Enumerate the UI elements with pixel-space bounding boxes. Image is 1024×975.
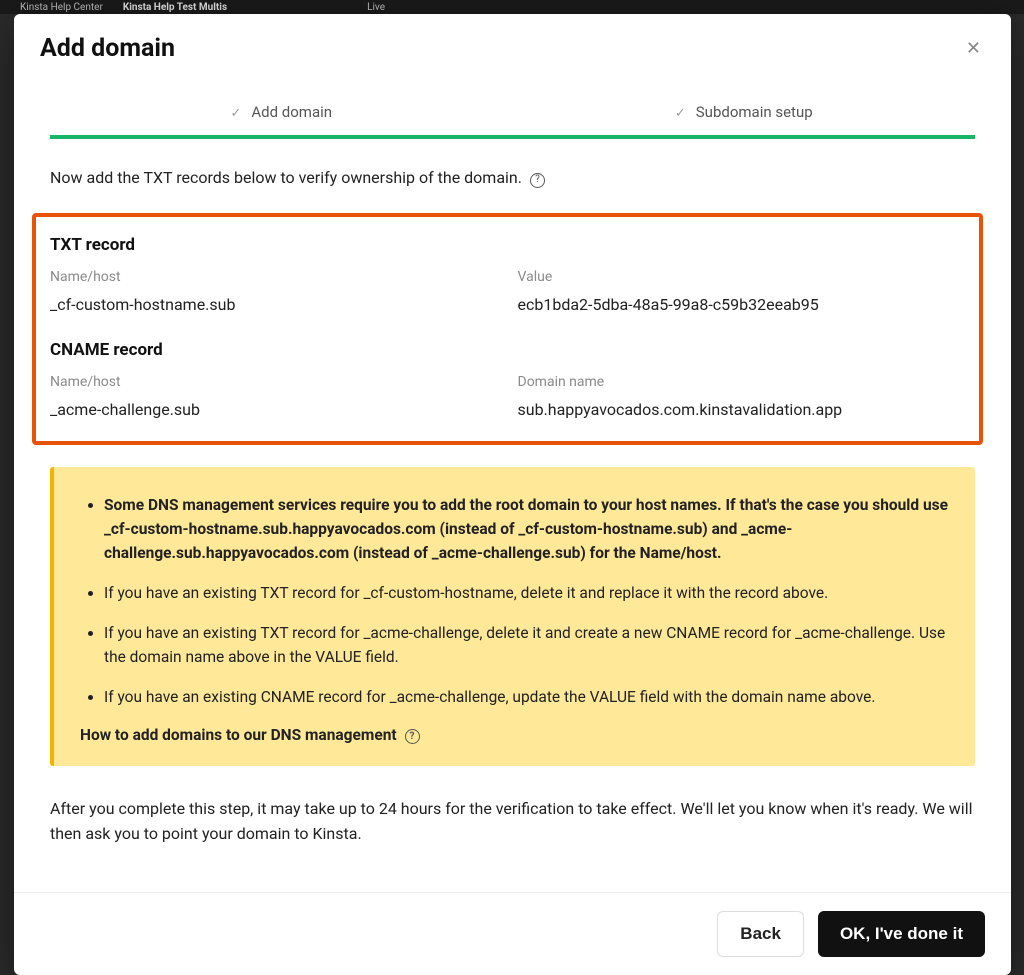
txt-record-section: TXT record Name/host _cf-custom-hostname… bbox=[50, 235, 965, 314]
back-button[interactable]: Back bbox=[717, 911, 804, 957]
cname-domain-col: Domain name sub.happyavocados.com.kinsta… bbox=[518, 374, 966, 419]
txt-value-col: Value ecb1bda2-5dba-48a5-99a8-c59b32eeab… bbox=[518, 269, 966, 314]
cname-name-col: Name/host _acme-challenge.sub bbox=[50, 374, 498, 419]
close-icon[interactable]: ✕ bbox=[962, 36, 985, 62]
check-icon: ✓ bbox=[230, 106, 241, 121]
instruction-label: Now add the TXT records below to verify … bbox=[50, 168, 522, 187]
confirm-button[interactable]: OK, I've done it bbox=[818, 911, 985, 957]
step-label: Subdomain setup bbox=[696, 103, 813, 121]
step-add-domain[interactable]: ✓ Add domain bbox=[50, 89, 513, 135]
txt-name-col: Name/host _cf-custom-hostname.sub bbox=[50, 269, 498, 314]
tab-hint: Kinsta Help Test Multis bbox=[123, 2, 227, 13]
dns-records-box: TXT record Name/host _cf-custom-hostname… bbox=[32, 213, 983, 445]
instruction-text: Now add the TXT records below to verify … bbox=[50, 167, 975, 189]
step-label: Add domain bbox=[251, 103, 332, 121]
browser-topbar: Kinsta Help Center Kinsta Help Test Mult… bbox=[0, 0, 1024, 14]
after-instruction: After you complete this step, it may tak… bbox=[50, 796, 975, 847]
status-live: Live bbox=[367, 2, 385, 13]
cname-record-section: CNAME record Name/host _acme-challenge.s… bbox=[50, 340, 965, 419]
modal-title: Add domain bbox=[40, 34, 175, 63]
notice-item-existing-cname: If you have an existing CNAME record for… bbox=[104, 685, 949, 709]
help-icon[interactable]: ? bbox=[405, 729, 420, 744]
txt-value-value[interactable]: ecb1bda2-5dba-48a5-99a8-c59b32eeab95 bbox=[518, 295, 966, 314]
cname-domain-value[interactable]: sub.happyavocados.com.kinstavalidation.a… bbox=[518, 400, 966, 419]
modal-body: ✓ Add domain ✓ Subdomain setup Now add the… bbox=[14, 81, 1011, 892]
txt-name-label: Name/host bbox=[50, 269, 498, 285]
modal-footer: Back OK, I've done it bbox=[14, 892, 1011, 975]
tab-hint: Kinsta Help Center bbox=[20, 2, 103, 13]
cname-domain-label: Domain name bbox=[518, 374, 966, 390]
cname-record-title: CNAME record bbox=[50, 340, 965, 360]
check-icon: ✓ bbox=[675, 106, 686, 121]
notice-item-existing-txt-acme: If you have an existing TXT record for _… bbox=[104, 621, 949, 669]
txt-value-label: Value bbox=[518, 269, 966, 285]
notice-item-existing-txt-cf: If you have an existing TXT record for _… bbox=[104, 581, 949, 605]
dns-help-link[interactable]: How to add domains to our DNS management… bbox=[80, 726, 949, 744]
step-subdomain-setup[interactable]: ✓ Subdomain setup bbox=[513, 89, 976, 135]
txt-record-title: TXT record bbox=[50, 235, 965, 255]
notice-item-root-domain: Some DNS management services require you… bbox=[104, 493, 949, 565]
help-icon[interactable]: ? bbox=[530, 173, 545, 188]
notice-box: Some DNS management services require you… bbox=[50, 467, 975, 765]
add-domain-modal: Add domain ✕ ✓ Add domain ✓ Subdomain setu… bbox=[14, 14, 1011, 975]
cname-name-label: Name/host bbox=[50, 374, 498, 390]
txt-name-value[interactable]: _cf-custom-hostname.sub bbox=[50, 295, 498, 314]
step-tabs: ✓ Add domain ✓ Subdomain setup bbox=[50, 89, 975, 139]
modal-header: Add domain ✕ bbox=[14, 14, 1011, 81]
cname-name-value[interactable]: _acme-challenge.sub bbox=[50, 400, 498, 419]
